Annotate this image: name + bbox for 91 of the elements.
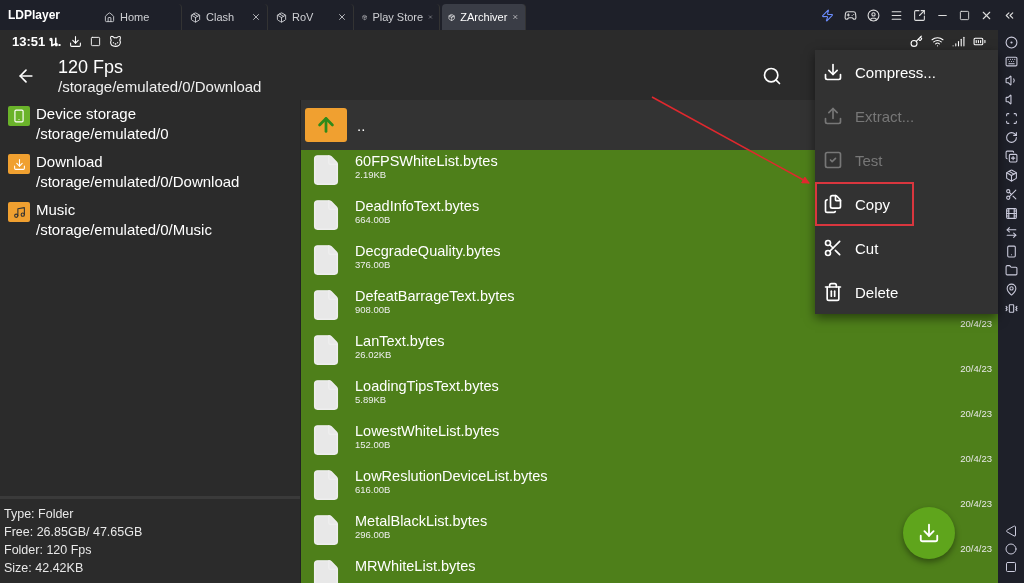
file-row[interactable]: LanText.bytes 26.02KB 20/4/23: [301, 330, 998, 375]
folder-up-icon: [305, 108, 347, 142]
app-icon: [276, 11, 287, 23]
file-size: 376.00B: [355, 259, 391, 270]
file-row[interactable]: MetalBlackList.bytes 296.00B 20/4/23: [301, 510, 998, 555]
folder-icon[interactable]: [1004, 264, 1018, 277]
file-name: LowestWhiteList.bytes: [355, 423, 500, 439]
file-size: 908.00B: [355, 304, 391, 315]
gamepad-icon[interactable]: [844, 8, 857, 22]
checkbox-icon: [823, 150, 843, 170]
file-name: LowReslutionDeviceList.bytes: [355, 468, 548, 484]
rotate-icon[interactable]: [1004, 131, 1018, 144]
wifi-icon: [931, 34, 944, 48]
file-date: 20/4/23: [960, 363, 992, 374]
home-icon: [104, 11, 115, 23]
app-notification-icon: [90, 35, 102, 47]
phone-storage-icon: [8, 106, 30, 126]
file-name: DecgradeQuality.bytes: [355, 243, 501, 259]
upload-icon: [823, 106, 843, 126]
signal-icon: [952, 34, 965, 48]
file-row[interactable]: LoadingTipsText.bytes 5.89KB 20/4/23: [301, 375, 998, 420]
file-name: MetalBlackList.bytes: [355, 513, 488, 529]
browser-tab[interactable]: ZArchiver: [442, 4, 526, 30]
sync-icon[interactable]: [1004, 226, 1018, 239]
file-date: 20/4/23: [960, 543, 992, 554]
file-row[interactable]: LowestWhiteList.bytes 152.00B 20/4/23: [301, 420, 998, 465]
file-date: 20/4/23: [960, 318, 992, 329]
record-icon[interactable]: [1004, 36, 1018, 49]
shake-icon[interactable]: [1004, 302, 1018, 315]
app-icon: [448, 11, 456, 23]
file-date: 20/4/23: [960, 408, 992, 419]
info-line: Folder: 120 Fps: [4, 542, 93, 559]
file-size: 5.89KB: [355, 394, 387, 405]
file-size: 296.00B: [355, 529, 391, 540]
info-line: Type: Folder: [4, 506, 75, 523]
file-name: MRWhiteList.bytes: [355, 558, 476, 574]
folder-title: 120 Fps: [58, 57, 125, 78]
file-name: 60FPSWhiteList.bytes: [355, 153, 498, 169]
file-name: LanText.bytes: [355, 333, 445, 349]
menu-item[interactable]: Compress...: [815, 50, 998, 94]
storage-item[interactable]: Music /storage/emulated/0/Music: [0, 196, 300, 244]
file-size: 26.02KB: [355, 349, 392, 360]
file-row[interactable]: LowReslutionDeviceList.bytes 616.00B 20/4/23: [301, 465, 998, 510]
copy-icon: [823, 194, 843, 214]
file-size: 664.00B: [355, 214, 391, 225]
home-nav-icon[interactable]: [1005, 543, 1017, 555]
recents-nav-icon[interactable]: [1005, 561, 1017, 573]
info-line: Free: 26.85GB/ 47.65GB: [4, 524, 144, 541]
file-name: DeadInfoText.bytes: [355, 198, 480, 214]
download-icon: [69, 34, 83, 48]
popout-icon[interactable]: [913, 8, 926, 22]
storage-item[interactable]: Device storage /storage/emulated/0: [0, 100, 300, 148]
app-icon: [190, 11, 201, 23]
clock: 13:51 น.: [12, 32, 62, 51]
file-name: DefeatBarrageText.bytes: [355, 288, 515, 304]
trash-icon: [823, 282, 843, 302]
maximize-icon[interactable]: [959, 9, 970, 21]
file-size: 2.19KB: [355, 169, 387, 180]
location-icon[interactable]: [1004, 283, 1018, 296]
screenshot-icon[interactable]: [1004, 112, 1018, 125]
back-nav-icon[interactable]: [1005, 525, 1017, 537]
lightning-icon[interactable]: [821, 8, 834, 22]
file-date: 20/4/23: [960, 453, 992, 464]
cat-icon: [109, 34, 123, 48]
search-icon[interactable]: [762, 66, 782, 86]
download-icon: [823, 62, 843, 82]
info-line: Size: 42.42KB: [4, 560, 85, 577]
app-logo: LDPlayer: [7, 8, 62, 22]
cut-icon: [823, 238, 843, 258]
key-icon: [910, 34, 923, 48]
menu-icon[interactable]: [890, 8, 903, 22]
user-icon[interactable]: [867, 8, 880, 22]
file-size: 616.00B: [355, 484, 391, 495]
keyboard-icon[interactable]: [1004, 55, 1018, 68]
file-row[interactable]: MRWhiteList.bytes: [301, 555, 998, 583]
scissors-icon[interactable]: [1004, 188, 1018, 201]
file-date: 20/4/23: [960, 498, 992, 509]
video-icon[interactable]: [1004, 207, 1018, 220]
close-icon[interactable]: [337, 12, 347, 22]
file-size: 152.00B: [355, 439, 391, 450]
multi-window-icon[interactable]: [1004, 150, 1018, 163]
download-folder-icon: [8, 154, 30, 174]
storage-item[interactable]: Download /storage/emulated/0/Download: [0, 148, 300, 196]
phone-icon[interactable]: [1004, 245, 1018, 258]
folder-path: /storage/emulated/0/Download: [58, 78, 263, 95]
download-icon: [918, 522, 940, 544]
close-icon[interactable]: [251, 12, 261, 22]
volume-up-icon[interactable]: [1004, 74, 1018, 87]
apk-icon[interactable]: [1004, 169, 1018, 182]
file-name: LoadingTipsText.bytes: [355, 378, 499, 394]
music-folder-icon: [8, 202, 30, 222]
